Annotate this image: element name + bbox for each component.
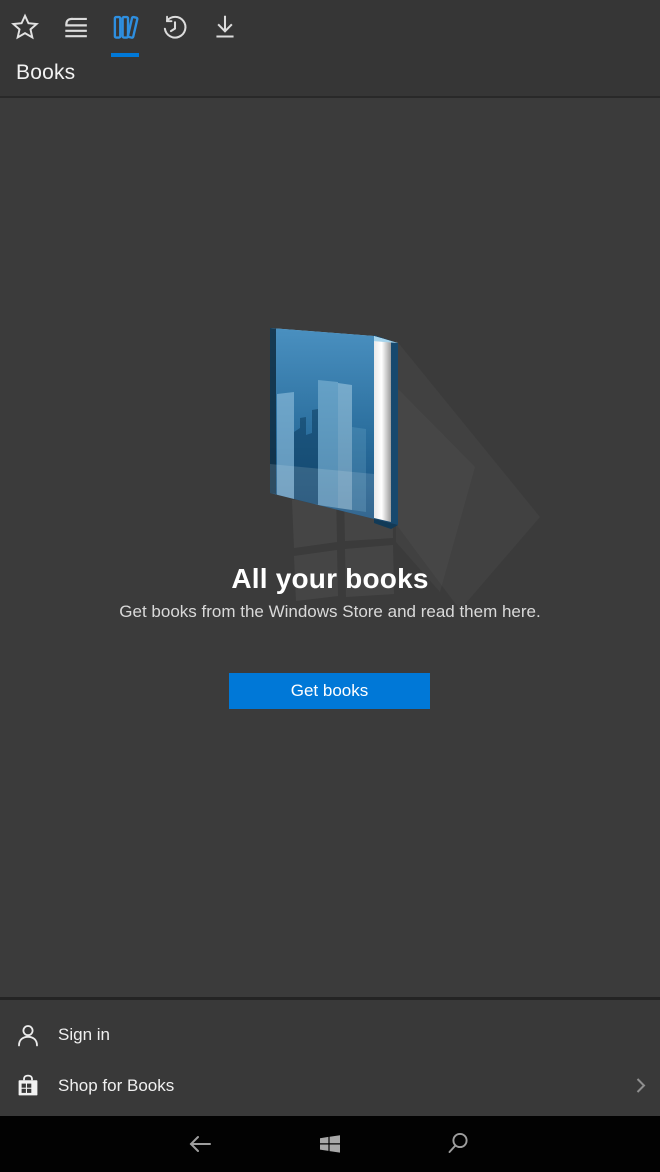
windows-logo-icon [315, 1129, 345, 1159]
start-button[interactable] [315, 1129, 345, 1159]
content-area: All your books Get books from the Window… [0, 100, 660, 997]
sign-in-item[interactable]: Sign in [0, 1009, 660, 1060]
tab-favorites[interactable] [0, 10, 50, 54]
chevron-right-icon [627, 1072, 653, 1098]
tab-downloads[interactable] [200, 10, 250, 54]
tab-history[interactable] [150, 10, 200, 54]
tab-reading-list[interactable] [50, 10, 100, 54]
back-icon [185, 1129, 215, 1159]
reading-list-icon [61, 13, 89, 41]
history-icon [161, 13, 189, 41]
empty-state-heading: All your books [231, 563, 429, 594]
search-button[interactable] [443, 1129, 473, 1159]
system-navbar [0, 1116, 660, 1172]
back-button[interactable] [185, 1129, 215, 1159]
app-header: Books [0, 0, 660, 98]
star-icon [11, 13, 39, 41]
bottom-menu: Sign in Shop for Books [0, 997, 660, 1116]
sign-in-label: Sign in [58, 1024, 110, 1044]
empty-state-subtitle: Get books from the Windows Store and rea… [119, 602, 541, 621]
hub-toolbar [0, 10, 250, 57]
shop-for-books-label: Shop for Books [58, 1075, 175, 1095]
search-icon [443, 1129, 473, 1159]
get-books-button[interactable]: Get books [229, 673, 430, 709]
person-icon [15, 1022, 41, 1048]
tab-books[interactable] [100, 10, 150, 57]
books-app-screen: Books All your books Get books from the … [0, 0, 660, 1172]
download-icon [211, 13, 239, 41]
shop-for-books-item[interactable]: Shop for Books [0, 1060, 660, 1111]
books-icon [111, 13, 139, 41]
book-graphic [270, 328, 398, 529]
page-title: Books [16, 61, 76, 84]
store-icon [15, 1073, 41, 1099]
